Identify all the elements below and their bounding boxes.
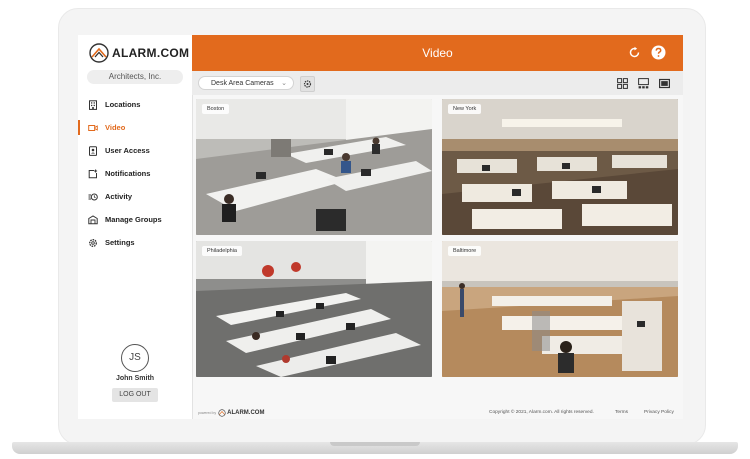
avatar[interactable]: JS <box>121 344 149 372</box>
camera-label: New York <box>448 104 482 114</box>
sidebar-item-label: Video <box>105 123 126 132</box>
chevron-down-icon: ⌄ <box>281 80 287 87</box>
sidebar-item-activity[interactable]: Activity <box>78 185 192 208</box>
sidebar-item-label: Locations <box>105 100 141 109</box>
office-camera-image <box>442 99 678 235</box>
badge-icon <box>88 145 98 156</box>
page-footer: powered by ALARM.COM Copyright © 2021, A… <box>192 407 683 419</box>
sidebar-item-label: User Access <box>105 146 150 155</box>
alarm-logo-icon <box>218 409 226 417</box>
brand-name: ALARM.COM <box>112 46 190 60</box>
camera-group-value: Desk Area Cameras <box>211 80 274 87</box>
camera-feed-philadelphia[interactable]: Philadelphia <box>196 241 432 377</box>
sidebar-nav: Locations Video User Access Notification… <box>78 93 192 254</box>
copyright-text: Copyright © 2021, Alarm.com. All rights … <box>489 410 594 415</box>
office-camera-image <box>196 99 432 235</box>
powered-by: powered by ALARM.COM <box>198 409 264 417</box>
sidebar-item-locations[interactable]: Locations <box>78 93 192 116</box>
office-camera-image <box>442 241 678 377</box>
laptop-notch <box>330 442 420 446</box>
help-icon[interactable] <box>651 45 666 60</box>
sidebar-item-video[interactable]: Video <box>78 116 192 139</box>
camera-settings-icon <box>303 80 312 88</box>
camera-feed-baltimore[interactable]: Baltimore <box>442 241 678 377</box>
sidebar-item-manage-groups[interactable]: Manage Groups <box>78 208 192 231</box>
app-screen: ALARM.COM Architects, Inc. Locations Vid… <box>78 35 683 419</box>
alarm-logo-icon <box>89 43 109 63</box>
folders-icon <box>88 214 98 225</box>
building-icon <box>88 99 98 110</box>
privacy-policy-link[interactable]: Privacy Policy <box>644 410 674 415</box>
logout-button[interactable]: LOG OUT <box>112 388 158 402</box>
sidebar-item-label: Notifications <box>105 169 151 178</box>
sidebar-item-label: Settings <box>105 238 135 247</box>
page-title: Video <box>422 46 453 60</box>
camera-label: Baltimore <box>448 246 482 256</box>
sidebar-item-label: Manage Groups <box>105 215 162 224</box>
sidebar-item-user-access[interactable]: User Access <box>78 139 192 162</box>
refresh-icon[interactable] <box>627 45 642 60</box>
page-header: Video <box>192 35 683 71</box>
camera-label: Philadelphia <box>202 246 242 256</box>
organization-selector[interactable]: Architects, Inc. <box>87 70 183 84</box>
powered-by-text: powered by <box>198 411 217 415</box>
strip-layout-icon[interactable] <box>638 78 649 89</box>
video-toolbar: Desk Area Cameras ⌄ <box>192 71 683 95</box>
gear-icon <box>88 238 98 248</box>
camera-feed-new-york[interactable]: New York <box>442 99 678 235</box>
office-camera-image <box>196 241 432 377</box>
camera-feed-boston[interactable]: Boston <box>196 99 432 235</box>
video-camera-icon <box>88 123 98 133</box>
single-layout-icon[interactable] <box>659 78 670 89</box>
camera-settings-button[interactable] <box>300 76 315 92</box>
activity-icon <box>88 192 98 202</box>
camera-group-dropdown[interactable]: Desk Area Cameras ⌄ <box>198 76 294 90</box>
terms-link[interactable]: Terms <box>615 410 628 415</box>
notification-icon <box>88 169 98 179</box>
brand-logo[interactable]: ALARM.COM <box>88 43 189 63</box>
sidebar-item-settings[interactable]: Settings <box>78 231 192 254</box>
sidebar-item-notifications[interactable]: Notifications <box>78 162 192 185</box>
footer-brand: ALARM.COM <box>227 410 265 416</box>
sidebar: ALARM.COM Architects, Inc. Locations Vid… <box>78 35 193 419</box>
grid-layout-icon[interactable] <box>617 78 628 89</box>
user-name: John Smith <box>115 375 155 382</box>
sidebar-item-label: Activity <box>105 192 133 201</box>
camera-label: Boston <box>202 104 230 114</box>
